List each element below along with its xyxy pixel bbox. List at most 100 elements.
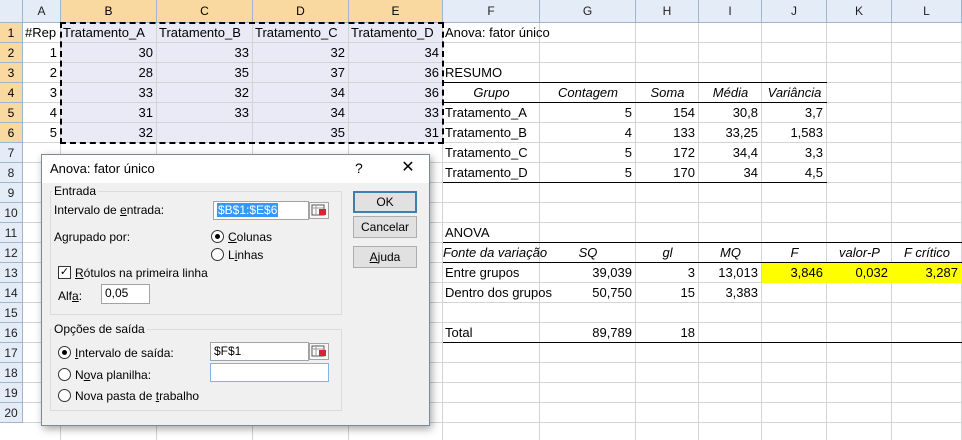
cell[interactable]: F crítico [892, 243, 962, 263]
row-header-18[interactable]: 18 [0, 363, 23, 383]
ok-button[interactable]: OK [353, 191, 417, 213]
new-sheet-field[interactable] [210, 363, 329, 382]
select-all-corner[interactable] [0, 0, 23, 23]
row-header-16[interactable]: 16 [0, 323, 23, 343]
row-header-2[interactable]: 2 [0, 43, 23, 63]
cell[interactable]: 5 [23, 123, 61, 143]
row-header-4[interactable]: 4 [0, 83, 23, 103]
cell[interactable]: 1 [23, 43, 61, 63]
radio-columns-label[interactable]: Colunas [228, 230, 272, 244]
new-sheet-label[interactable]: Nova planilha: [75, 368, 151, 382]
cell[interactable]: 1,583 [762, 123, 827, 143]
cell[interactable]: 3,287 [892, 263, 962, 283]
cell[interactable]: ANOVA [443, 223, 540, 243]
column-header-c[interactable]: C [157, 0, 253, 23]
cell[interactable]: Grupo [443, 83, 540, 103]
cell[interactable]: 39,039 [540, 263, 636, 283]
cell[interactable]: Tratamento_B [443, 123, 540, 143]
column-header-d[interactable]: D [253, 0, 349, 23]
cell[interactable]: 3 [23, 83, 61, 103]
cancel-button[interactable]: Cancelar [353, 216, 417, 238]
row-header-3[interactable]: 3 [0, 63, 23, 83]
cell[interactable]: Dentro dos grupos [443, 283, 552, 303]
cell[interactable]: Total [443, 323, 540, 343]
cell[interactable]: Contagem [540, 83, 636, 103]
cell[interactable] [762, 283, 827, 303]
column-header-l[interactable]: L [892, 0, 962, 23]
cell[interactable]: 154 [636, 103, 699, 123]
row-header-1[interactable]: 1 [0, 23, 23, 43]
help-button[interactable]: Ajuda [353, 246, 417, 268]
cell[interactable]: F [762, 243, 827, 263]
row-header-8[interactable]: 8 [0, 163, 23, 183]
column-header-b[interactable]: B [61, 0, 157, 23]
cell[interactable]: 89,789 [540, 323, 636, 343]
radio-new-sheet[interactable] [58, 368, 71, 381]
column-header-e[interactable]: E [349, 0, 443, 23]
cell[interactable]: Anova: fator único [443, 23, 550, 43]
cell[interactable]: 34 [699, 163, 762, 183]
column-header-i[interactable]: I [699, 0, 762, 23]
row-header-13[interactable]: 13 [0, 263, 23, 283]
cell[interactable]: 133 [636, 123, 699, 143]
cell[interactable]: 5 [540, 163, 636, 183]
cell[interactable]: 4 [23, 103, 61, 123]
column-header-a[interactable]: A [23, 0, 61, 23]
cell[interactable]: Tratamento_D [443, 163, 540, 183]
cell[interactable]: 3,7 [762, 103, 827, 123]
cell[interactable]: 3,383 [699, 283, 762, 303]
cell[interactable]: Entre grupos [443, 263, 540, 283]
labels-first-row-label[interactable]: Rótulos na primeira linha [75, 266, 208, 280]
cell[interactable]: Soma [636, 83, 699, 103]
radio-output-range[interactable] [58, 346, 71, 359]
cell[interactable]: MQ [699, 243, 762, 263]
cell[interactable]: Fonte da variação [443, 243, 547, 263]
row-header-12[interactable]: 12 [0, 243, 23, 263]
cell[interactable] [827, 283, 892, 303]
column-header-g[interactable]: G [540, 0, 636, 23]
row-header-5[interactable]: 5 [0, 103, 23, 123]
input-range-collapse-button[interactable] [309, 202, 329, 219]
cell[interactable]: Tratamento_A [443, 103, 540, 123]
labels-first-row-checkbox[interactable]: ✓ [58, 266, 71, 279]
cell[interactable]: 170 [636, 163, 699, 183]
radio-rows[interactable] [211, 248, 224, 261]
cell[interactable]: gl [636, 243, 699, 263]
cell[interactable]: valor-P [827, 243, 892, 263]
row-header-19[interactable]: 19 [0, 383, 23, 403]
close-icon[interactable]: ✕ [397, 158, 419, 178]
output-range-collapse-button[interactable] [309, 343, 329, 360]
cell[interactable]: 50,750 [540, 283, 636, 303]
row-header-7[interactable]: 7 [0, 143, 23, 163]
new-workbook-label[interactable]: Nova pasta de trabalho [75, 389, 199, 403]
cell[interactable]: 15 [636, 283, 699, 303]
row-header-9[interactable]: 9 [0, 183, 23, 203]
cell[interactable]: 18 [636, 323, 699, 343]
output-range-label[interactable]: Intervalo de saída: [75, 346, 174, 360]
column-header-j[interactable]: J [762, 0, 827, 23]
input-range-field[interactable]: $B$1:$E$6 [213, 201, 309, 220]
radio-columns[interactable] [211, 230, 224, 243]
cell[interactable]: RESUMO [443, 63, 540, 83]
radio-rows-label[interactable]: Linhas [228, 248, 263, 262]
cell[interactable]: 34,4 [699, 143, 762, 163]
column-header-k[interactable]: K [827, 0, 892, 23]
row-header-15[interactable]: 15 [0, 303, 23, 323]
column-header-f[interactable]: F [443, 0, 540, 23]
alpha-field[interactable]: 0,05 [101, 284, 150, 304]
radio-new-workbook[interactable] [58, 389, 71, 402]
row-header-6[interactable]: 6 [0, 123, 23, 143]
output-range-field[interactable]: $F$1 [210, 342, 309, 361]
cell[interactable]: Média [699, 83, 762, 103]
help-icon[interactable]: ? [355, 160, 363, 176]
cell[interactable]: #Rep [23, 23, 61, 43]
cell[interactable]: 3,846 [762, 263, 827, 283]
cell[interactable]: 4 [540, 123, 636, 143]
row-header-14[interactable]: 14 [0, 283, 23, 303]
cell[interactable]: SQ [540, 243, 636, 263]
cell[interactable]: 3,3 [762, 143, 827, 163]
column-header-h[interactable]: H [636, 0, 699, 23]
cell[interactable]: Tratamento_C [443, 143, 540, 163]
cell[interactable]: 0,032 [827, 263, 892, 283]
row-header-17[interactable]: 17 [0, 343, 23, 363]
